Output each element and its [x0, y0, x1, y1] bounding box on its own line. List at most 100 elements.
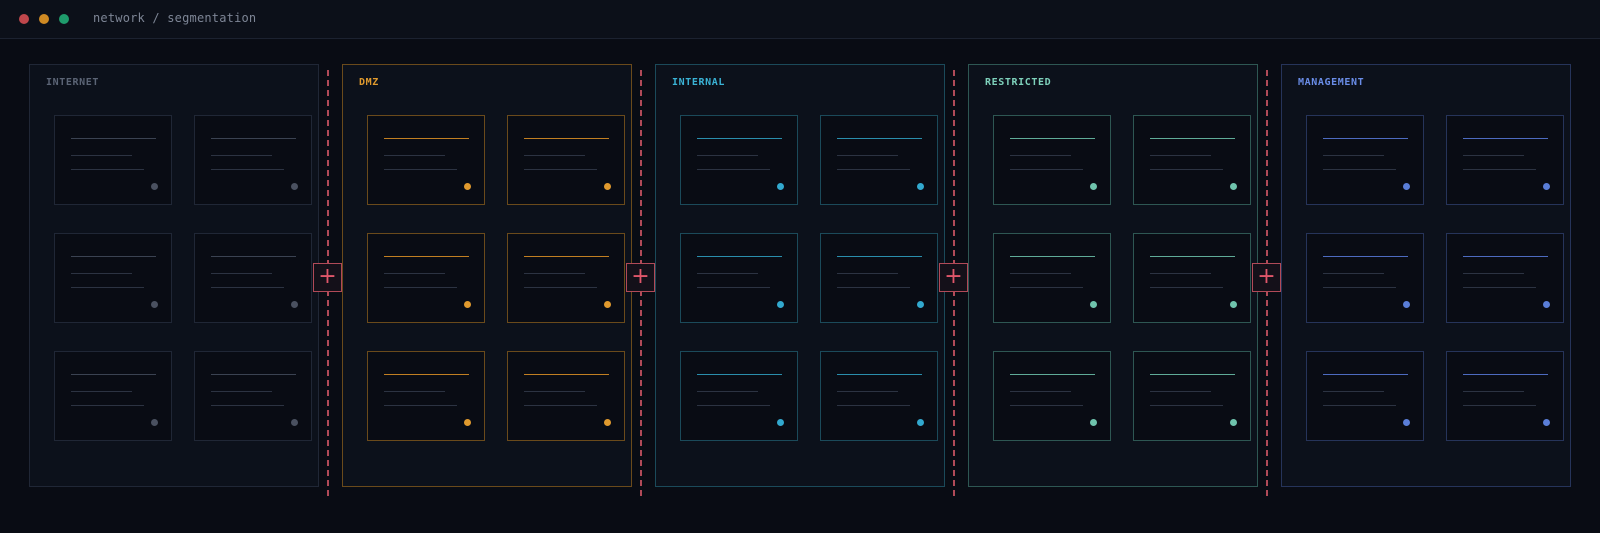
- host-card[interactable]: [820, 351, 938, 441]
- host-detail-line: [524, 391, 585, 392]
- host-name-line: [524, 256, 609, 257]
- host-card[interactable]: [1446, 233, 1564, 323]
- host-name-line: [384, 374, 469, 375]
- host-detail-line: [1463, 287, 1536, 288]
- host-name-line: [1323, 138, 1408, 139]
- host-card[interactable]: [54, 351, 172, 441]
- host-detail-line: [71, 273, 132, 274]
- status-dot-icon: [464, 301, 471, 308]
- host-card[interactable]: [1306, 115, 1424, 205]
- host-card[interactable]: [194, 233, 312, 323]
- host-card[interactable]: [1133, 115, 1251, 205]
- host-card[interactable]: [507, 115, 625, 205]
- host-detail-line: [837, 169, 910, 170]
- zone-label: INTERNET: [46, 77, 99, 88]
- host-card[interactable]: [194, 351, 312, 441]
- host-detail-line: [1323, 405, 1396, 406]
- firewall-plus-icon[interactable]: +: [939, 263, 968, 292]
- host-detail-line: [524, 169, 597, 170]
- host-card[interactable]: [54, 233, 172, 323]
- host-name-line: [211, 256, 296, 257]
- minimize-button[interactable]: [39, 14, 49, 24]
- host-detail-line: [1150, 391, 1211, 392]
- host-card[interactable]: [1306, 351, 1424, 441]
- host-name-line: [837, 138, 922, 139]
- firewall-plus-icon[interactable]: +: [1252, 263, 1281, 292]
- host-card[interactable]: [367, 233, 485, 323]
- zone-restricted[interactable]: RESTRICTED: [968, 64, 1258, 487]
- status-dot-icon: [604, 419, 611, 426]
- host-detail-line: [837, 405, 910, 406]
- host-detail-line: [697, 169, 770, 170]
- firewall-plus-icon[interactable]: +: [626, 263, 655, 292]
- host-card[interactable]: [1133, 233, 1251, 323]
- host-detail-line: [1323, 287, 1396, 288]
- host-detail-line: [71, 169, 144, 170]
- host-detail-line: [697, 287, 770, 288]
- status-dot-icon: [777, 419, 784, 426]
- status-dot-icon: [1403, 419, 1410, 426]
- host-name-line: [1463, 138, 1548, 139]
- maximize-button[interactable]: [59, 14, 69, 24]
- status-dot-icon: [777, 301, 784, 308]
- host-card[interactable]: [820, 115, 938, 205]
- status-dot-icon: [151, 419, 158, 426]
- status-dot-icon: [291, 301, 298, 308]
- status-dot-icon: [464, 419, 471, 426]
- host-detail-line: [1463, 169, 1536, 170]
- host-card[interactable]: [507, 351, 625, 441]
- status-dot-icon: [917, 301, 924, 308]
- host-card[interactable]: [367, 115, 485, 205]
- host-name-line: [1150, 256, 1235, 257]
- host-detail-line: [697, 273, 758, 274]
- host-card[interactable]: [993, 115, 1111, 205]
- host-card[interactable]: [680, 351, 798, 441]
- host-detail-line: [1463, 405, 1536, 406]
- zone-internet[interactable]: INTERNET: [29, 64, 319, 487]
- host-detail-line: [211, 273, 272, 274]
- host-detail-line: [524, 273, 585, 274]
- host-detail-line: [1010, 155, 1071, 156]
- host-detail-line: [524, 155, 585, 156]
- host-card[interactable]: [1446, 351, 1564, 441]
- host-detail-line: [1323, 169, 1396, 170]
- host-card[interactable]: [1446, 115, 1564, 205]
- host-name-line: [211, 138, 296, 139]
- host-detail-line: [1463, 391, 1524, 392]
- host-detail-line: [1150, 287, 1223, 288]
- host-detail-line: [1323, 273, 1384, 274]
- zone-label: DMZ: [359, 77, 379, 88]
- window-titlebar: network / segmentation: [0, 0, 1600, 39]
- zone-dmz[interactable]: DMZ: [342, 64, 632, 487]
- host-name-line: [697, 138, 782, 139]
- zone-label: INTERNAL: [672, 77, 725, 88]
- host-card[interactable]: [993, 351, 1111, 441]
- host-detail-line: [211, 287, 284, 288]
- host-detail-line: [211, 169, 284, 170]
- host-card[interactable]: [680, 115, 798, 205]
- host-card[interactable]: [820, 233, 938, 323]
- status-dot-icon: [1403, 183, 1410, 190]
- host-name-line: [697, 256, 782, 257]
- host-name-line: [1010, 256, 1095, 257]
- host-card[interactable]: [507, 233, 625, 323]
- zone-internal[interactable]: INTERNAL: [655, 64, 945, 487]
- host-card[interactable]: [367, 351, 485, 441]
- firewall-plus-icon[interactable]: +: [313, 263, 342, 292]
- host-card[interactable]: [993, 233, 1111, 323]
- status-dot-icon: [1543, 301, 1550, 308]
- host-detail-line: [71, 287, 144, 288]
- host-detail-line: [384, 155, 445, 156]
- host-card[interactable]: [680, 233, 798, 323]
- host-name-line: [697, 374, 782, 375]
- host-card[interactable]: [54, 115, 172, 205]
- status-dot-icon: [151, 301, 158, 308]
- host-name-line: [71, 374, 156, 375]
- zone-management[interactable]: MANAGEMENT: [1281, 64, 1571, 487]
- host-card[interactable]: [1306, 233, 1424, 323]
- close-button[interactable]: [19, 14, 29, 24]
- status-dot-icon: [917, 419, 924, 426]
- status-dot-icon: [1090, 301, 1097, 308]
- host-card[interactable]: [1133, 351, 1251, 441]
- host-card[interactable]: [194, 115, 312, 205]
